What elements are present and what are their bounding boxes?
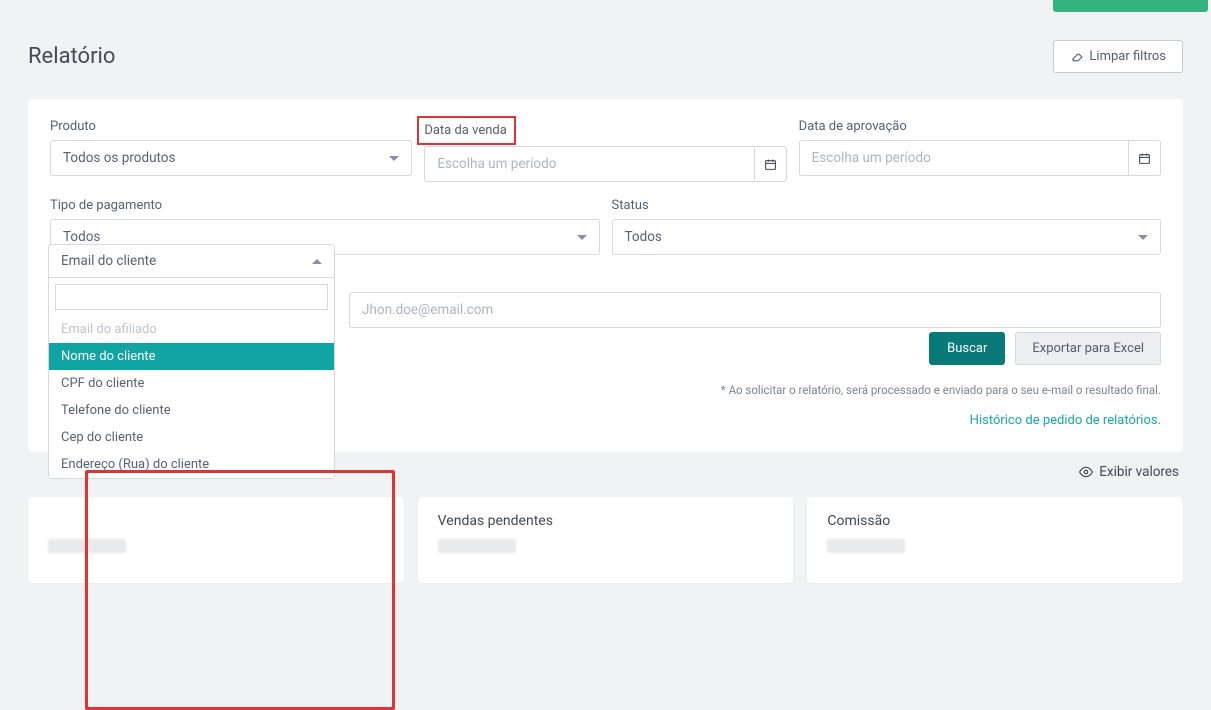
dropdown-option[interactable]: Endereço (Rua) do cliente	[49, 451, 334, 478]
show-values-label: Exibir valores	[1099, 464, 1179, 480]
stat-1-value-hidden	[48, 539, 126, 553]
stat-1-title	[48, 513, 384, 529]
product-value: Todos os produtos	[63, 150, 175, 166]
approval-date-label: Data de aprovação	[799, 119, 1161, 134]
stat-commission-title: Comissão	[827, 513, 1163, 529]
dropdown-option[interactable]: Cep do cliente	[49, 424, 334, 451]
product-label: Produto	[50, 119, 412, 134]
search-by-select[interactable]: Email do cliente	[48, 244, 335, 278]
calendar-icon	[1138, 152, 1151, 165]
stat-card-1	[28, 497, 404, 583]
chevron-up-icon	[312, 259, 322, 264]
approval-date-calendar-button[interactable]	[1128, 140, 1161, 176]
page-title: Relatório	[28, 44, 115, 69]
product-select[interactable]: Todos os produtos	[50, 140, 412, 176]
status-label: Status	[612, 198, 1162, 213]
stat-pending-title: Vendas pendentes	[438, 513, 774, 529]
show-values-toggle[interactable]: Exibir valores	[1079, 464, 1179, 480]
sale-date-input[interactable]	[424, 146, 754, 182]
report-note: * Ao solicitar o relatório, será process…	[721, 383, 1161, 397]
sale-date-calendar-button[interactable]	[754, 146, 787, 182]
dropdown-option-selected[interactable]: Nome do cliente	[49, 343, 334, 370]
chevron-down-icon	[1138, 235, 1148, 240]
payment-type-value: Todos	[63, 229, 100, 245]
status-select[interactable]: Todos	[612, 219, 1162, 255]
calendar-icon	[764, 158, 777, 171]
export-excel-button[interactable]: Exportar para Excel	[1015, 332, 1161, 365]
status-value: Todos	[625, 229, 662, 245]
report-history-link[interactable]: Histórico de pedido de relatórios.	[970, 413, 1161, 428]
search-by-dropdown: Email do cliente Email do afiliado Nome …	[48, 244, 335, 479]
search-button[interactable]: Buscar	[929, 332, 1005, 365]
payment-type-label: Tipo de pagamento	[50, 198, 600, 213]
stat-card-commission: Comissão	[807, 497, 1183, 583]
stat-commission-value-hidden	[827, 539, 905, 553]
stat-card-pending: Vendas pendentes	[418, 497, 794, 583]
header-accent	[1053, 0, 1208, 12]
eye-icon	[1079, 465, 1093, 479]
search-by-value: Email do cliente	[61, 253, 156, 269]
dropdown-option[interactable]: CPF do cliente	[49, 370, 334, 397]
chevron-down-icon	[577, 235, 587, 240]
dropdown-search-input[interactable]	[55, 284, 328, 310]
clear-filters-button[interactable]: Limpar filtros	[1053, 40, 1183, 73]
eraser-icon	[1070, 50, 1083, 63]
dropdown-option[interactable]: Telefone do cliente	[49, 397, 334, 424]
clear-filters-label: Limpar filtros	[1089, 49, 1166, 64]
approval-date-input[interactable]	[799, 140, 1129, 176]
sale-date-label: Data da venda	[424, 123, 506, 138]
chevron-down-icon	[389, 156, 399, 161]
search-value-input[interactable]	[349, 292, 1161, 328]
stat-pending-value-hidden	[438, 539, 516, 553]
dropdown-option[interactable]: Email do afiliado	[49, 316, 334, 343]
